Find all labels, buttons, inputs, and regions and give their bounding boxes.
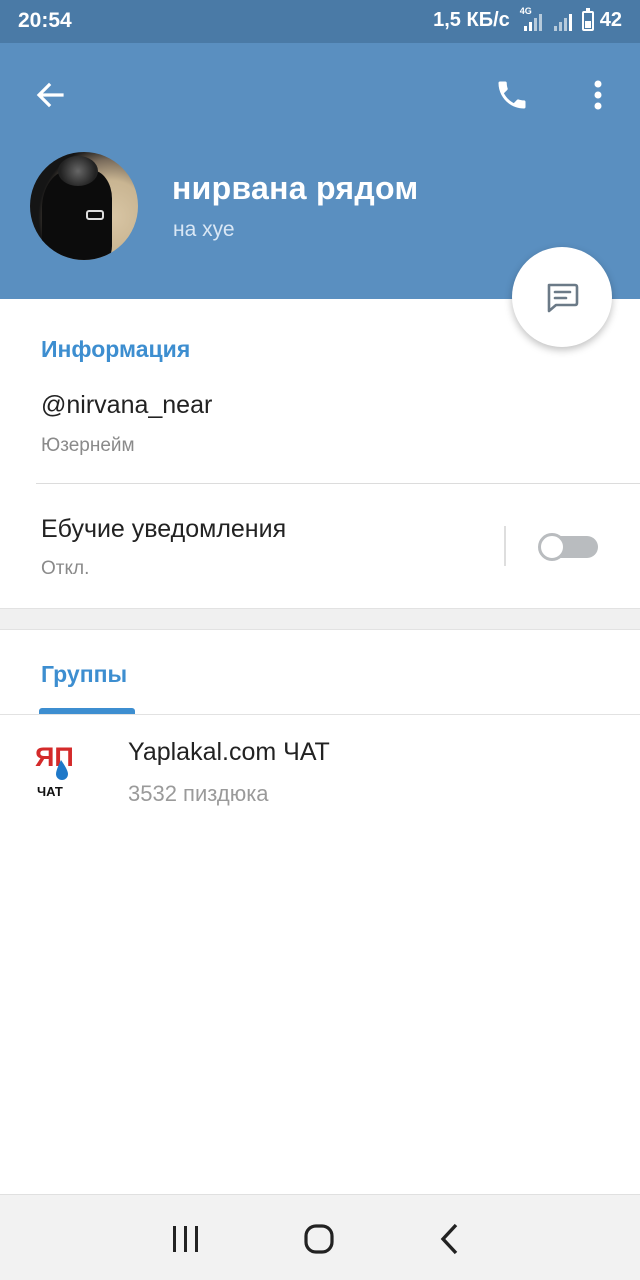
more-vertical-icon xyxy=(594,80,602,110)
profile-status: на хуе xyxy=(173,218,235,241)
avatar-patch xyxy=(86,210,104,220)
group-logo-letters: ЯП xyxy=(35,742,74,772)
system-back-button[interactable] xyxy=(420,1215,480,1263)
phone-icon xyxy=(498,81,526,109)
group-name: Yaplakal.com ЧАТ xyxy=(128,738,330,766)
battery-level: 42 xyxy=(599,9,622,31)
profile-avatar[interactable] xyxy=(30,152,138,260)
more-menu-button[interactable] xyxy=(576,71,620,119)
arrow-left-icon xyxy=(36,82,64,108)
back-chevron-icon xyxy=(440,1223,458,1255)
signal-icon-2 xyxy=(550,10,574,32)
groups-tab[interactable]: Группы xyxy=(41,661,127,688)
recents-icon xyxy=(173,1226,198,1252)
notifications-state: Откл. xyxy=(41,558,90,579)
divider xyxy=(0,714,640,715)
group-logo-subtext: ЧАТ xyxy=(37,784,63,799)
home-icon xyxy=(304,1224,334,1254)
signal-icon: 4G xyxy=(520,6,544,32)
toggle-knob xyxy=(538,533,566,561)
username-value: @nirvana_near xyxy=(41,391,213,419)
notifications-toggle[interactable] xyxy=(538,533,598,561)
call-button[interactable] xyxy=(488,71,536,119)
home-button[interactable] xyxy=(289,1215,349,1263)
recents-button[interactable] xyxy=(156,1215,216,1263)
avatar-hood xyxy=(58,156,98,186)
send-message-button[interactable] xyxy=(512,247,612,347)
group-members: 3532 пиздюка xyxy=(128,781,269,806)
username-label: Юзернейм xyxy=(41,435,135,456)
info-section-title: Информация xyxy=(41,336,191,362)
vertical-separator xyxy=(504,526,506,566)
network-speed: 1,5 КБ/с xyxy=(433,9,510,31)
group-logo: ЯП ЧАТ xyxy=(34,740,86,800)
group-list-item[interactable]: ЯП ЧАТ Yaplakal.com ЧАТ 3532 пиздюка xyxy=(0,716,640,816)
status-bar: 20:54 1,5 КБ/с 4G 42 xyxy=(0,0,640,43)
status-time: 20:54 xyxy=(18,9,72,32)
status-indicators: 1,5 КБ/с 4G 42 xyxy=(433,6,622,32)
notifications-label: Ебучие уведомления xyxy=(41,515,287,543)
message-icon xyxy=(547,283,579,313)
divider xyxy=(36,483,640,484)
back-button[interactable] xyxy=(28,73,72,117)
profile-name: нирвана рядом xyxy=(172,170,419,206)
section-gap xyxy=(0,608,640,630)
battery-icon xyxy=(581,7,594,31)
system-nav-bar xyxy=(0,1194,640,1280)
